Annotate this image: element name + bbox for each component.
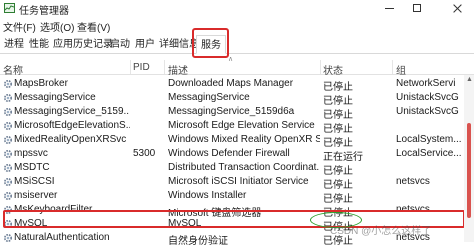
service-description: Microsoft iSCSI Initiator Service — [168, 176, 309, 187]
close-button[interactable] — [441, 0, 474, 17]
column-status[interactable]: 状态 — [323, 62, 343, 77]
tab-processes[interactable]: 进程 — [2, 37, 26, 53]
service-gear-icon — [3, 107, 13, 117]
service-gear-icon — [3, 121, 13, 131]
column-divider[interactable] — [320, 60, 321, 74]
service-gear-icon — [3, 79, 13, 89]
tab-bar: 进程 性能 应用历史记录 启动 用户 详细信息 服务 — [0, 35, 474, 54]
service-name: NaturalAuthentication — [14, 232, 110, 243]
service-gear-icon — [3, 191, 13, 201]
service-gear-icon — [3, 163, 13, 173]
column-group[interactable]: 组 — [396, 62, 406, 77]
service-gear-icon — [3, 135, 13, 145]
table-row[interactable]: mpssvc 5300 Windows Defender Firewall 正在运行 L… — [0, 147, 464, 163]
service-gear-icon — [3, 149, 13, 159]
service-group: UnistackSvcG — [396, 106, 459, 117]
task-manager-icon — [4, 3, 15, 13]
service-group: netsvcs — [396, 176, 430, 187]
tab-app-history[interactable]: 应用历史记录 — [51, 37, 115, 53]
service-description: Windows Defender Firewall — [168, 148, 290, 159]
menu-options[interactable]: 选项(O) — [40, 19, 74, 34]
service-gear-icon — [3, 93, 13, 103]
scroll-thumb[interactable] — [467, 123, 471, 218]
service-pid: 5300 — [133, 148, 156, 159]
service-description: Windows Installer — [168, 190, 247, 201]
service-group: LocalService... — [396, 148, 462, 159]
watermark: CSDN @小怎么这样了 — [330, 226, 432, 237]
vertical-scrollbar[interactable]: ▲ — [464, 75, 474, 242]
service-name: MixedRealityOpenXRSvc — [14, 134, 127, 145]
service-name: MSDTC — [14, 162, 50, 173]
service-description: MessagingService — [168, 92, 250, 103]
scroll-up-arrow-icon[interactable]: ▲ — [466, 76, 473, 83]
column-divider[interactable] — [164, 60, 165, 74]
title-bar: 任务管理器 — [0, 0, 474, 17]
maximize-button[interactable] — [404, 0, 432, 17]
service-name: MicrosoftEdgeElevationS... — [14, 120, 130, 131]
service-name: MSiSCSI — [14, 176, 55, 187]
service-description: Downloaded Maps Manager — [168, 78, 294, 89]
table-row[interactable]: MapsBroker Downloaded Maps Manager 已停止 Netw… — [0, 77, 464, 93]
table-row[interactable]: MixedRealityOpenXRSvc Windows Mixed Reali… — [0, 133, 464, 149]
service-name: MapsBroker — [14, 78, 68, 89]
services-tab-annotation — [192, 28, 229, 58]
service-description: Microsoft Edge Elevation Service — [168, 120, 315, 131]
service-description: MessagingService_5159d6a — [168, 106, 295, 117]
table-row[interactable]: MicrosoftEdgeElevationS... Microsoft Edge… — [0, 119, 464, 135]
tab-startup[interactable]: 启动 — [108, 37, 132, 53]
table-row[interactable]: msiserver Windows Installer 已停止 — [0, 189, 464, 205]
service-group: UnistackSvcG — [396, 92, 459, 103]
table-row[interactable]: MSDTC Distributed Transaction Coordinat..… — [0, 161, 464, 177]
menu-file[interactable]: 文件(F) — [3, 19, 36, 34]
column-divider[interactable] — [392, 60, 393, 74]
service-gear-icon — [3, 177, 13, 187]
tab-performance[interactable]: 性能 — [27, 37, 51, 53]
service-group: LocalSystem... — [396, 134, 462, 145]
column-divider[interactable] — [130, 60, 131, 74]
menu-view[interactable]: 查看(V) — [77, 19, 110, 34]
column-pid[interactable]: PID — [133, 62, 150, 73]
service-description: 自然身份验证 — [168, 236, 228, 247]
service-name: msiserver — [14, 190, 58, 201]
table-row[interactable]: MSiSCSI Microsoft iSCSI Initiator Service… — [0, 175, 464, 191]
table-row[interactable]: MessagingService_5159... MessagingService… — [0, 105, 464, 121]
window-title: 任务管理器 — [19, 6, 69, 17]
service-description: Distributed Transaction Coordinat... — [168, 162, 320, 173]
column-name[interactable]: 名称 — [3, 62, 23, 77]
service-group: NetworkServi — [396, 78, 456, 89]
service-name: MessagingService — [14, 92, 96, 103]
service-name: MessagingService_5159... — [14, 106, 130, 117]
table-row[interactable]: MessagingService MessagingService 已停止 Unist… — [0, 91, 464, 107]
column-description[interactable]: 描述 — [168, 62, 188, 77]
tab-users[interactable]: 用户 — [133, 37, 157, 53]
minimize-button[interactable] — [376, 0, 404, 17]
service-name: mpssvc — [14, 148, 48, 159]
service-description: Windows Mixed Reality OpenXR S... — [168, 134, 320, 145]
column-header: 名称 PID 描述 状态 组 — [0, 60, 474, 77]
